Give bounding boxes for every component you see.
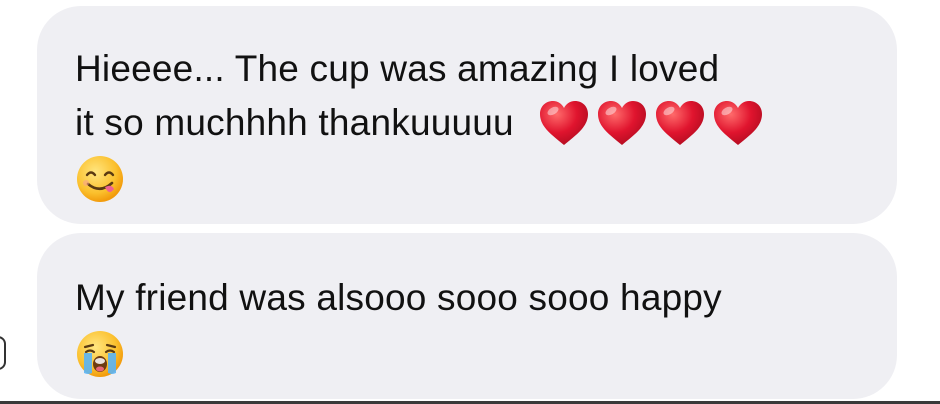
emoji-row [75,325,857,383]
message-line: Hieeee... The cup was amazing I loved [75,42,857,96]
heart-icon [597,101,646,145]
message-text-line-1: Hieeee... The cup was amazing I loved [75,48,720,89]
message-bubble-2[interactable]: My friend was alsooo sooo sooo happy [37,233,897,399]
loudly-crying-face-icon [77,331,123,377]
message-text-line-1: My friend was alsooo sooo sooo happy [75,277,722,318]
face-savoring-food-icon [77,156,123,202]
chat-screen: Hieeee... The cup was amazing I loved it… [0,0,940,404]
hearts-group [532,99,764,147]
message-text-line-2: it so muchhhh thankuuuuu [75,102,514,143]
heart-icon [713,101,762,145]
partial-avatar-edge [0,336,6,370]
message-line: My friend was alsooo sooo sooo happy [75,271,857,325]
emoji-row [75,150,857,208]
message-bubble-1[interactable]: Hieeee... The cup was amazing I loved it… [37,6,897,224]
heart-icon [655,101,704,145]
message-line: it so muchhhh thankuuuuu [75,96,857,150]
heart-icon [539,101,588,145]
